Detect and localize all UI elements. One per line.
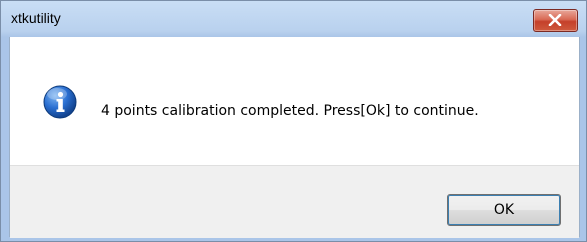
close-button[interactable] (533, 9, 578, 32)
message-dialog: xtkutility 4 points calibration complete… (0, 0, 587, 242)
ok-button[interactable]: OK (447, 194, 561, 226)
message-area: 4 points calibration completed. Press[Ok… (10, 37, 579, 165)
close-icon (548, 14, 562, 26)
button-bar: OK (10, 165, 579, 238)
dialog-message: 4 points calibration completed. Press[Ok… (101, 103, 479, 119)
dialog-body: 4 points calibration completed. Press[Ok… (9, 37, 580, 238)
info-icon (43, 85, 77, 119)
window-title: xtkutility (11, 10, 61, 26)
title-bar[interactable]: xtkutility (1, 1, 586, 37)
